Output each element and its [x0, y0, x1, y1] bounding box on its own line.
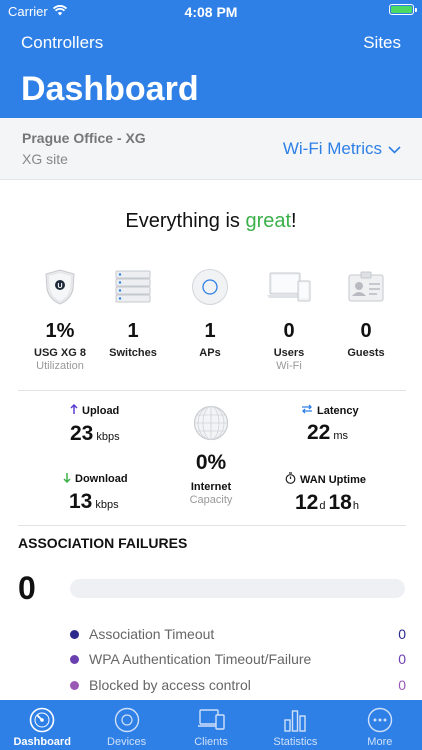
tab-clients[interactable]: Clients	[169, 700, 253, 750]
svg-text:U: U	[57, 283, 62, 290]
legend-dot	[70, 680, 79, 690]
wifi-metrics-label: Wi-Fi Metrics	[282, 139, 382, 158]
uptime-hours-unit: h	[352, 500, 359, 512]
stat-guests-label: Guests	[347, 347, 385, 359]
switch-icon	[93, 268, 173, 306]
clients-icon	[197, 706, 225, 734]
association-failures-bar	[70, 579, 405, 598]
latency-label: Latency	[317, 404, 359, 417]
stat-guests-value: 0	[360, 320, 372, 342]
stat-users-value: 0	[283, 320, 295, 342]
failure-value: 0	[398, 626, 406, 642]
headline-prefix: Everything is	[125, 210, 246, 232]
tab-label: Statistics	[273, 736, 318, 748]
failure-value: 0	[398, 677, 406, 693]
stat-aps[interactable]: 1 APs	[170, 268, 250, 359]
globe-icon	[161, 405, 261, 441]
more-icon	[367, 706, 393, 734]
site-subtitle: XG site	[22, 151, 68, 167]
tab-label: Dashboard	[13, 736, 71, 748]
association-failures-count: 0	[18, 570, 36, 606]
stat-users-label: Users	[273, 347, 305, 359]
usg-shield-icon: U	[20, 268, 100, 306]
devices-icon	[249, 268, 329, 306]
wan-uptime-metric: WAN Uptime 12d 18h	[285, 472, 405, 515]
uptime-hours-value: 18	[328, 491, 352, 514]
stat-users[interactable]: 0 Users Wi-Fi	[249, 268, 329, 372]
stat-usg-sub: Utilization	[36, 360, 84, 372]
legend-dot	[70, 629, 79, 639]
site-row: Prague Office - XG XG site Wi-Fi Metrics	[0, 118, 422, 180]
latency-metric: Latency 22 ms	[301, 404, 421, 445]
legend-dot	[70, 654, 79, 664]
chevron-down-icon	[388, 139, 401, 159]
arrow-up-icon	[70, 403, 78, 418]
tab-statistics[interactable]: Statistics	[253, 700, 337, 750]
site-name: Prague Office - XG	[22, 130, 146, 146]
stopwatch-icon	[285, 472, 296, 487]
stat-users-sub: Wi-Fi	[276, 360, 302, 372]
stat-usg-value: 1%	[45, 320, 75, 342]
battery-status	[389, 4, 417, 15]
wifi-metrics-dropdown[interactable]: Wi-Fi Metrics	[283, 139, 401, 159]
uptime-days-value: 12	[295, 491, 319, 514]
battery-icon	[389, 4, 417, 15]
upload-value: 23	[70, 422, 94, 445]
failure-value: 0	[398, 651, 406, 667]
download-value: 13	[69, 490, 93, 513]
stat-aps-label: APs	[199, 347, 221, 359]
page-title: Dashboard	[21, 70, 199, 108]
arrow-down-icon	[63, 472, 71, 486]
wan-uptime-label: WAN Uptime	[300, 473, 366, 486]
upload-unit: kbps	[96, 431, 120, 443]
internet-label: Internet	[190, 481, 232, 493]
tab-label: Clients	[194, 736, 228, 748]
download-label: Download	[75, 473, 128, 485]
tab-dashboard[interactable]: Dashboard	[0, 700, 84, 750]
stat-guests[interactable]: 0 Guests	[326, 268, 406, 359]
failure-label: WPA Authentication Timeout/Failure	[89, 651, 312, 667]
internet-value: 0%	[195, 451, 227, 474]
divider	[18, 390, 406, 391]
latency-arrows-icon	[301, 404, 313, 417]
list-item: Blocked by access control 0	[70, 677, 406, 693]
internet-capacity[interactable]: 0% Internet Capacity	[161, 405, 261, 506]
list-item: Association Timeout 0	[70, 626, 406, 642]
statistics-icon	[283, 706, 307, 734]
uptime-days-unit: d	[319, 500, 326, 512]
tab-label: Devices	[107, 736, 147, 748]
latency-value: 22	[307, 421, 331, 444]
stat-switches-value: 1	[127, 320, 139, 342]
stat-usg-label: USG XG 8	[34, 347, 86, 359]
headline-suffix: !	[291, 210, 297, 232]
tab-devices[interactable]: Devices	[84, 700, 168, 750]
latency-unit: ms	[333, 430, 349, 442]
stat-switches-label: Switches	[109, 347, 157, 359]
tab-label: More	[367, 736, 393, 748]
failure-label: Association Timeout	[89, 626, 215, 642]
association-failures-title: ASSOCIATION FAILURES	[18, 535, 188, 551]
guest-badge-icon	[326, 268, 406, 306]
header: Carrier 4:08 PM Controllers Sites Dashbo…	[0, 0, 422, 118]
upload-label: Upload	[82, 405, 120, 417]
sites-button[interactable]: Sites	[363, 33, 401, 53]
controllers-button[interactable]: Controllers	[21, 33, 103, 53]
headline-status: great	[245, 210, 292, 232]
list-item: WPA Authentication Timeout/Failure 0	[70, 651, 406, 667]
dashboard-icon	[29, 706, 55, 734]
stat-aps-value: 1	[204, 320, 216, 342]
devices-tab-icon	[114, 706, 140, 734]
stat-usg[interactable]: U 1% USG XG 8 Utilization	[20, 268, 100, 372]
stat-switches[interactable]: 1 Switches	[93, 268, 173, 359]
failure-label: Blocked by access control	[89, 677, 251, 693]
status-bar: Carrier 4:08 PM	[0, 0, 422, 22]
divider	[18, 525, 406, 526]
tab-more[interactable]: More	[338, 700, 422, 750]
tab-bar: Dashboard Devices Clients Statistics Mor…	[0, 700, 422, 750]
internet-sub: Capacity	[189, 494, 233, 506]
health-headline: Everything is great!	[0, 210, 422, 233]
access-point-icon	[170, 268, 250, 306]
status-time: 4:08 PM	[184, 4, 238, 20]
download-unit: kbps	[95, 499, 119, 511]
